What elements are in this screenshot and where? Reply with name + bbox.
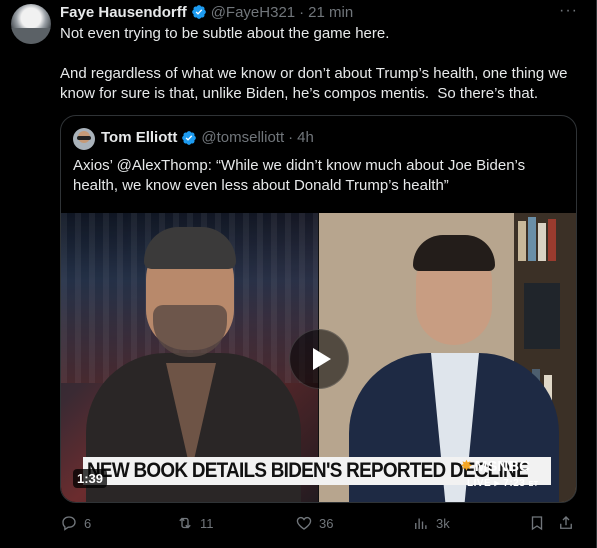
video-duration: 1:39: [73, 469, 108, 488]
guest-hair: [413, 235, 495, 271]
share-button[interactable]: [557, 514, 575, 532]
book: [528, 217, 536, 261]
heart-icon: [296, 516, 312, 530]
quoted-author-handle: @tomselliott: [201, 129, 285, 146]
share-icon: [560, 516, 572, 529]
quoted-tweet-text: Axios’ @AlexThomp: “While we didn’t know…: [73, 157, 526, 194]
quoted-tweet-header: Tom Elliott @tomselliott · 4h: [101, 129, 314, 146]
book: [524, 283, 560, 349]
book: [518, 221, 526, 261]
tweet-time[interactable]: 21 min: [308, 4, 353, 21]
network-logo: ✸ MSNBC: [461, 456, 553, 476]
quoted-separator: ·: [288, 129, 294, 146]
repost-count: 11: [200, 515, 214, 531]
play-button-icon[interactable]: [289, 329, 349, 389]
author-avatar[interactable]: [11, 4, 51, 44]
repost-icon: [179, 517, 191, 529]
reply-count: 6: [84, 515, 92, 531]
quoted-author-name: Tom Elliott: [101, 129, 178, 146]
peacock-icon: ✸: [461, 458, 472, 473]
video-player[interactable]: NEW BOOK DETAILS BIDEN'S REPORTED DECLIN…: [61, 213, 576, 502]
quoted-tweet[interactable]: Tom Elliott @tomselliott · 4h Axios’ @Al…: [60, 115, 577, 503]
like-button[interactable]: 36: [295, 514, 333, 532]
reply-icon: [62, 516, 76, 531]
live-indicator: LIVE ▸ 7:23 ET: [467, 478, 539, 489]
verified-badge-icon: [182, 130, 197, 145]
book: [548, 219, 556, 261]
network-name: MSNBC: [474, 457, 530, 475]
verified-badge-icon: [191, 5, 206, 19]
quoted-time: 4h: [297, 129, 314, 146]
more-options-icon[interactable]: ···: [559, 2, 578, 20]
host-hair: [144, 227, 236, 269]
bookmark-icon: [531, 516, 543, 531]
view-count: 3k: [436, 515, 450, 531]
timezone-label: ET: [528, 481, 539, 488]
tweet[interactable]: Faye Hausendorff @FayeH321 · 21 min ··· …: [0, 0, 597, 548]
views-button[interactable]: 3k: [412, 514, 450, 532]
author-handle[interactable]: @FayeH321: [211, 4, 295, 21]
book: [538, 223, 546, 261]
repost-button[interactable]: 11: [176, 514, 214, 532]
reply-button[interactable]: 6: [60, 514, 91, 532]
bookmark-button[interactable]: [528, 514, 546, 532]
like-count: 36: [319, 515, 334, 531]
quoted-author-avatar: [73, 128, 95, 150]
analytics-icon: [415, 518, 427, 529]
header-separator: ·: [299, 3, 305, 21]
tweet-header: Faye Hausendorff @FayeH321 · 21 min: [60, 3, 353, 21]
author-name[interactable]: Faye Hausendorff: [60, 4, 187, 21]
tweet-text: Not even trying to be subtle about the g…: [60, 25, 568, 102]
action-bar: 6 11 36 3k: [60, 514, 585, 536]
